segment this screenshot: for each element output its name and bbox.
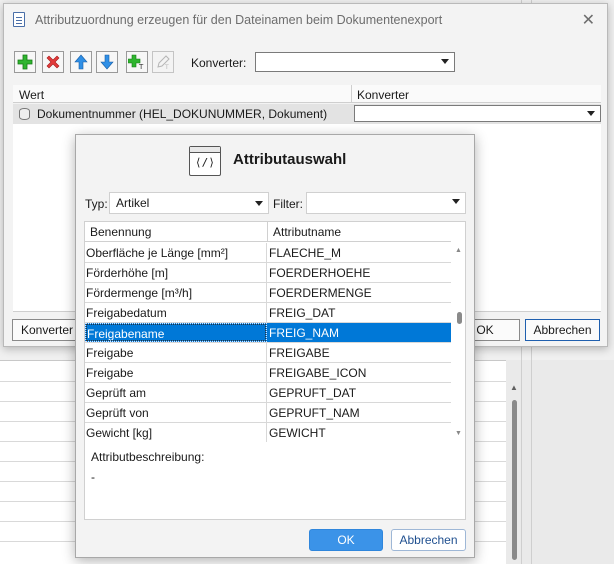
popup-cancel-label: Abbrechen	[399, 533, 458, 547]
cell-benennung: Oberfläche je Länge [mm²]	[85, 243, 267, 262]
code-icon: ⟨/⟩	[189, 146, 221, 176]
scroll-down-icon[interactable]: ▼	[455, 430, 462, 437]
column-header-konverter[interactable]: Konverter	[357, 88, 409, 102]
converter-label: Konverter:	[191, 56, 247, 70]
attribute-selection-popup: ⟨/⟩ Attributauswahl Typ: Artikel Filter:…	[75, 134, 475, 558]
delete-icon	[45, 54, 61, 70]
cell-benennung: Gewicht [kg]	[85, 423, 267, 442]
scroll-up-icon[interactable]: ▲	[455, 247, 462, 254]
edit-button[interactable]: T	[152, 51, 174, 73]
list-item[interactable]: Geprüft von GEPRUFT_NAM	[85, 403, 451, 423]
ok-button-label: OK	[476, 323, 494, 337]
svg-text:T: T	[138, 63, 144, 70]
cell-benennung: Geprüft am	[85, 383, 267, 402]
popup-ok-label: OK	[337, 533, 355, 547]
column-header-attributname[interactable]: Attributname	[273, 225, 341, 239]
description-panel: Attributbeschreibung: -	[84, 442, 466, 520]
cell-attributname: FREIG_NAM	[269, 326, 340, 340]
list-item[interactable]: Oberfläche je Länge [mm²] FLAECHE_M	[85, 243, 451, 263]
converter-button[interactable]: Konverter	[12, 319, 82, 341]
list-item[interactable]: Freigabename FREIG_NAM	[85, 323, 451, 343]
document-icon	[13, 12, 25, 27]
scrollbar-thumb[interactable]	[512, 400, 517, 560]
type-value: Artikel	[116, 196, 150, 210]
grid-header: Wert Konverter	[13, 85, 601, 103]
list-item[interactable]: Förderhöhe [m] FOERDERHOEHE	[85, 263, 451, 283]
add-attribute-button[interactable]: T	[126, 51, 148, 73]
filter-label: Filter:	[273, 197, 303, 211]
cell-attributname: FREIGABE_ICON	[269, 366, 367, 380]
cell-attributname: FLAECHE_M	[269, 246, 342, 260]
list-item[interactable]: Fördermenge [m³/h] FOERDERMENGE	[85, 283, 451, 303]
add-icon	[17, 54, 33, 70]
chevron-down-icon	[587, 111, 595, 116]
scrollbar-thumb[interactable]	[457, 312, 462, 324]
list-scrollbar[interactable]: ▲ ▼	[452, 222, 465, 442]
converter-dropdown[interactable]	[255, 52, 455, 72]
list-item[interactable]: Geprüft am GEPRUFT_DAT	[85, 383, 451, 403]
list-item[interactable]: Freigabe FREIGABE_ICON	[85, 363, 451, 383]
column-header-wert[interactable]: Wert	[19, 88, 44, 102]
cell-benennung: Freigabe	[85, 343, 267, 362]
background-side-panel	[506, 360, 614, 564]
list-item[interactable]: Freigabedatum FREIG_DAT	[85, 303, 451, 323]
cell-wert: Dokumentnummer (HEL_DOKUNUMMER, Dokument…	[37, 107, 328, 121]
cell-benennung: Fördermenge [m³/h]	[85, 283, 267, 302]
move-down-button[interactable]	[96, 51, 118, 73]
filter-dropdown[interactable]	[306, 192, 466, 214]
cell-attributname: FREIG_DAT	[269, 306, 336, 320]
svg-text:T: T	[164, 64, 169, 70]
delete-button[interactable]	[42, 51, 64, 73]
list-header: Benennung Attributname	[85, 222, 451, 242]
background-scrollbar[interactable]: ▲	[510, 380, 518, 564]
cell-attributname: GEPRUFT_DAT	[269, 386, 357, 400]
cell-benennung: Förderhöhe [m]	[85, 263, 267, 282]
toolbar: T T Konverter:	[14, 51, 594, 75]
type-dropdown[interactable]: Artikel	[109, 192, 269, 214]
cancel-button[interactable]: Abbrechen	[525, 319, 600, 341]
edit-disabled-icon: T	[155, 54, 171, 70]
attribute-list: Benennung Attributname Oberfläche je Län…	[84, 221, 466, 443]
popup-title: Attributauswahl	[233, 151, 347, 168]
row-converter-dropdown[interactable]	[354, 105, 601, 122]
cancel-button-label: Abbrechen	[533, 323, 592, 337]
move-up-icon	[73, 54, 89, 70]
cell-benennung: Freigabe	[85, 363, 267, 382]
chevron-down-icon	[452, 199, 460, 204]
cell-attributname: GEWICHT	[269, 426, 326, 440]
column-header-benennung[interactable]: Benennung	[90, 225, 151, 239]
cell-benennung: Geprüft von	[85, 403, 267, 422]
popup-ok-button[interactable]: OK	[309, 529, 383, 551]
popup-cancel-button[interactable]: Abbrechen	[391, 529, 466, 551]
chevron-down-icon	[255, 201, 263, 206]
description-value: -	[91, 470, 95, 484]
list-item[interactable]: Freigabe FREIGABE	[85, 343, 451, 363]
table-row[interactable]: Dokumentnummer (HEL_DOKUNUMMER, Dokument…	[13, 104, 601, 124]
cell-benennung: Freigabename	[85, 323, 267, 342]
cell-attributname: GEPRUFT_NAM	[269, 406, 360, 420]
column-separator[interactable]	[267, 222, 268, 242]
move-up-button[interactable]	[70, 51, 92, 73]
scroll-up-icon[interactable]: ▲	[510, 383, 518, 392]
cell-attributname: FOERDERMENGE	[269, 286, 372, 300]
close-icon[interactable]: ✕	[582, 10, 595, 30]
type-label: Typ:	[85, 197, 108, 211]
chevron-down-icon	[441, 59, 449, 64]
description-label: Attributbeschreibung:	[91, 450, 205, 464]
cell-benennung: Freigabedatum	[85, 303, 267, 322]
column-separator[interactable]	[351, 85, 352, 103]
dialog-title: Attributzuordnung erzeugen für den Datei…	[35, 13, 443, 27]
database-icon	[19, 108, 30, 120]
code-icon-glyph: ⟨/⟩	[195, 156, 215, 169]
add-button[interactable]	[14, 51, 36, 73]
title-bar: Attributzuordnung erzeugen für den Datei…	[4, 4, 607, 36]
add-attribute-icon: T	[128, 54, 146, 70]
converter-button-label: Konverter	[20, 323, 74, 337]
list-item[interactable]: Gewicht [kg] GEWICHT	[85, 423, 451, 442]
cell-attributname: FREIGABE	[269, 346, 330, 360]
cell-attributname: FOERDERHOEHE	[269, 266, 371, 280]
move-down-icon	[99, 54, 115, 70]
